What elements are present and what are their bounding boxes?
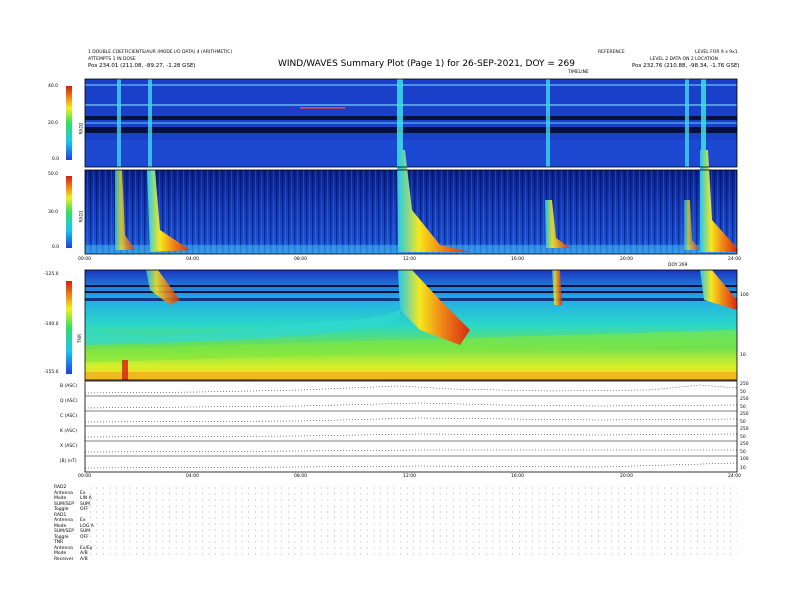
time-tick-a-5: 20:00 xyxy=(620,257,633,262)
rad1-tick-bottom: 0.0 xyxy=(52,245,60,250)
footer-row-key: Toggle xyxy=(54,507,69,512)
rad2-label: RAD2 xyxy=(79,122,85,135)
line-panel-label-4: X (ASC) xyxy=(60,444,78,449)
footer-row-key: Mode xyxy=(54,496,67,501)
rad2-tick-mid: 20.0 xyxy=(48,121,59,126)
line-panels xyxy=(84,380,738,473)
footer-row-key: Receiver xyxy=(54,556,74,562)
line-panel-4-rtick-1: 50 xyxy=(740,450,746,455)
line-panel-3-rtick-0: 250 xyxy=(740,427,749,432)
time-tick-b-0: 00:00 xyxy=(78,474,91,479)
line-panel-label-0: B (ASC) xyxy=(60,384,78,389)
time-tick-a-6: 24:00 xyxy=(728,257,741,262)
tnr-colorbar xyxy=(66,281,72,374)
line-panel-0-rtick-0: 250 xyxy=(740,382,749,387)
footer-row-key: TNR xyxy=(54,540,64,545)
footer-row-value: Ex xyxy=(80,490,86,496)
tnr-panel xyxy=(85,270,737,380)
footer-dots xyxy=(90,487,737,555)
footer-row-key: RAD1 xyxy=(54,512,67,518)
tnr-right-tick-top: 100 xyxy=(740,293,749,298)
footer-row-value: A/B xyxy=(80,551,88,556)
rad1-tick-mid: 30.0 xyxy=(48,210,59,215)
summary-plot-svg xyxy=(66,78,738,555)
footer-row-value: LOG A xyxy=(80,523,94,529)
footer-row-key: SUM/SEP xyxy=(54,529,74,534)
time-tick-b-6: 24:00 xyxy=(728,474,741,479)
line-panel-label-2: C (ASC) xyxy=(60,414,78,419)
line-panel-label-3: K (ASC) xyxy=(60,429,77,434)
line-panel-label-5: |B| (nT) xyxy=(60,459,77,464)
rad2-dark-band-1 xyxy=(85,116,737,120)
footer-row-value: Ex/Ey xyxy=(80,545,93,551)
rad2-red-line xyxy=(300,107,345,109)
time-tick-b-5: 20:00 xyxy=(620,474,633,479)
time-tick-b-1: 04:00 xyxy=(186,474,199,479)
footer-row-key: Antenna xyxy=(54,545,73,551)
footer-row-key: Antenna xyxy=(54,518,73,523)
line-panel-5-rtick-0: 100 xyxy=(740,457,749,462)
rad2-tick-top: 40.0 xyxy=(48,84,59,89)
rad1-colorbar xyxy=(66,176,72,248)
mid-marker: DOY 269 xyxy=(668,263,688,268)
line-panel-5-rtick-1: 10 xyxy=(740,466,746,471)
tnr-tick-mid: -140.0 xyxy=(44,322,59,327)
line-panel-2-rtick-1: 50 xyxy=(740,420,746,425)
footer-row-key: RAD2 xyxy=(54,485,67,490)
tnr-tick-top: -125.0 xyxy=(44,272,59,277)
time-tick-a-2: 08:00 xyxy=(294,257,307,262)
line-panel-4-rtick-0: 250 xyxy=(740,442,749,447)
line-panel-1-rtick-1: 50 xyxy=(740,405,746,410)
footer-row-value: OFF xyxy=(80,507,89,512)
colorbars xyxy=(66,86,72,374)
rad2-tick-bottom: 0.0 xyxy=(52,157,60,162)
footer-row-key: Mode xyxy=(54,523,67,529)
footer-row-value: SUM xyxy=(80,501,91,507)
time-tick-b-3: 12:00 xyxy=(403,474,416,479)
rad2-panel xyxy=(85,79,737,167)
rad2-dark-band-2 xyxy=(85,127,737,133)
footer-row-key: SUM/SEP xyxy=(54,501,74,507)
time-tick-b-2: 08:00 xyxy=(294,474,307,479)
footer-row-value: A/B xyxy=(80,556,88,562)
footer-row-value: Ex xyxy=(80,518,86,523)
tnr-tick-bottom: -155.0 xyxy=(44,370,59,375)
line-panel-label-1: Q (ASC) xyxy=(60,399,78,404)
rad2-colorbar xyxy=(66,86,72,160)
tnr-label: TNR xyxy=(78,333,84,344)
footer-row-key: Mode xyxy=(54,551,67,556)
line-panel-0-rtick-1: 50 xyxy=(740,390,746,395)
rad1-tick-top: 50.0 xyxy=(48,172,59,177)
footer-row-value: OFF xyxy=(80,534,89,540)
time-tick-a-0: 00:00 xyxy=(78,257,91,262)
rad1-label: RAD1 xyxy=(79,210,85,223)
footer-row-key: Antenna xyxy=(54,490,73,496)
tnr-right-tick-bottom: 10 xyxy=(740,353,746,358)
footer-row-key: Toggle xyxy=(54,534,69,540)
time-tick-a-3: 12:00 xyxy=(403,257,416,262)
footer-row-value: LIN A xyxy=(80,496,92,501)
time-tick-a-4: 16:00 xyxy=(511,257,524,262)
time-tick-a-1: 04:00 xyxy=(186,257,199,262)
line-panel-2-rtick-0: 250 xyxy=(740,412,749,417)
time-tick-b-4: 16:00 xyxy=(511,474,524,479)
line-panel-1-rtick-0: 250 xyxy=(740,397,749,402)
footer-row-value: SUM xyxy=(80,529,91,534)
line-panel-3-rtick-1: 50 xyxy=(740,435,746,440)
